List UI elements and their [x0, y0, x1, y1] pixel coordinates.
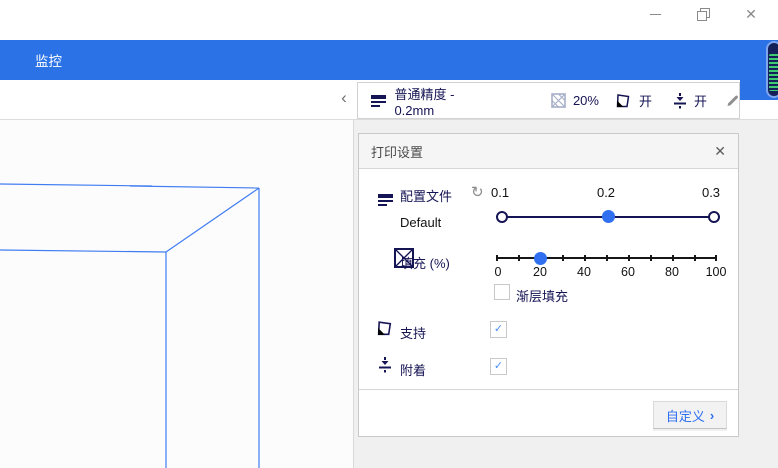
layers-icon [378, 193, 393, 206]
filament-spool-indicator[interactable] [766, 41, 778, 98]
profile-option-01: 0.1 [491, 185, 509, 200]
infill-tick-20: 20 [520, 265, 560, 279]
print-settings-panel: 打印设置 ✕ 配置文件 ↺ Default 0.1 0.2 0.3 填充 (%)… [358, 133, 739, 437]
profile-summary[interactable]: 普通精度 - 0.2mm [371, 84, 494, 118]
profile-slider-stop-01[interactable] [496, 211, 508, 223]
support-icon [376, 320, 394, 337]
filament-level [769, 54, 778, 91]
profile-option-03: 0.3 [702, 185, 720, 200]
infill-tick-40: 40 [564, 265, 604, 279]
support-summary[interactable]: 开 [615, 91, 652, 110]
custom-button-label: 自定义 [666, 406, 705, 425]
print-settings-summary-bar[interactable]: 普通精度 - 0.2mm 20% 开 开 [357, 82, 740, 119]
infill-tick-0: 0 [478, 265, 518, 279]
support-checkbox[interactable]: ✓ [490, 321, 507, 338]
adhesion-summary[interactable]: 开 [673, 91, 707, 110]
model-wireframe [0, 120, 353, 468]
panel-title: 打印设置 [371, 142, 423, 161]
reset-profile-icon[interactable]: ↺ [471, 183, 484, 201]
infill-percent-label: 20% [573, 93, 599, 108]
panel-close-button[interactable]: ✕ [714, 144, 726, 158]
gradual-infill-label: 渐层填充 [516, 286, 568, 305]
chevron-right-icon: › [710, 408, 714, 423]
layers-icon [371, 94, 385, 107]
infill-icon [551, 93, 566, 108]
adhesion-state-label: 开 [694, 91, 707, 110]
custom-settings-button[interactable]: 自定义 › [653, 401, 727, 429]
infill-slider-handle[interactable] [534, 252, 547, 265]
edit-settings-button[interactable] [726, 94, 739, 107]
viewport-3d[interactable] [0, 120, 353, 468]
profile-slider-track[interactable] [500, 216, 716, 218]
profile-row-label: 配置文件 [400, 186, 452, 205]
adhesion-icon [378, 357, 392, 373]
pencil-icon [726, 94, 739, 107]
adhesion-checkbox[interactable]: ✓ [490, 358, 507, 375]
infill-summary[interactable]: 20% [551, 93, 599, 108]
minimize-button[interactable] [644, 3, 666, 25]
profile-option-02: 0.2 [597, 185, 615, 200]
adhesion-checkmark: ✓ [494, 361, 503, 372]
infill-slider-track[interactable] [496, 257, 716, 259]
window-controls: ✕ [644, 0, 770, 28]
support-row-label: 支持 [400, 323, 426, 342]
support-checkmark: ✓ [494, 324, 503, 335]
infill-tick-60: 60 [608, 265, 648, 279]
infill-tick-80: 80 [652, 265, 692, 279]
adhesion-row-label: 附着 [400, 360, 426, 379]
profile-current-value: Default [400, 215, 441, 230]
window-titlebar: ✕ [0, 0, 778, 40]
close-button[interactable]: ✕ [740, 3, 762, 25]
profile-slider-handle[interactable] [602, 210, 615, 223]
adhesion-icon [673, 93, 687, 109]
restore-icon [697, 8, 709, 20]
infill-row-label: 填充 (%) [400, 253, 450, 272]
panel-header: 打印设置 ✕ [359, 134, 738, 169]
tab-monitor[interactable]: 监控 [35, 40, 62, 80]
minimize-icon [650, 14, 661, 15]
gradual-infill-checkbox[interactable] [494, 284, 510, 300]
stage-bar: 监控 [0, 40, 778, 80]
support-state-label: 开 [639, 91, 652, 110]
profile-slider-stop-03[interactable] [708, 211, 720, 223]
close-icon: ✕ [745, 7, 757, 21]
infill-tick-100: 100 [696, 265, 736, 279]
restore-button[interactable] [692, 3, 714, 25]
support-icon [615, 93, 632, 109]
collapse-panel-button[interactable]: ‹ [336, 90, 352, 108]
panel-footer-divider [359, 389, 738, 390]
profile-summary-label: 普通精度 - 0.2mm [394, 84, 493, 118]
